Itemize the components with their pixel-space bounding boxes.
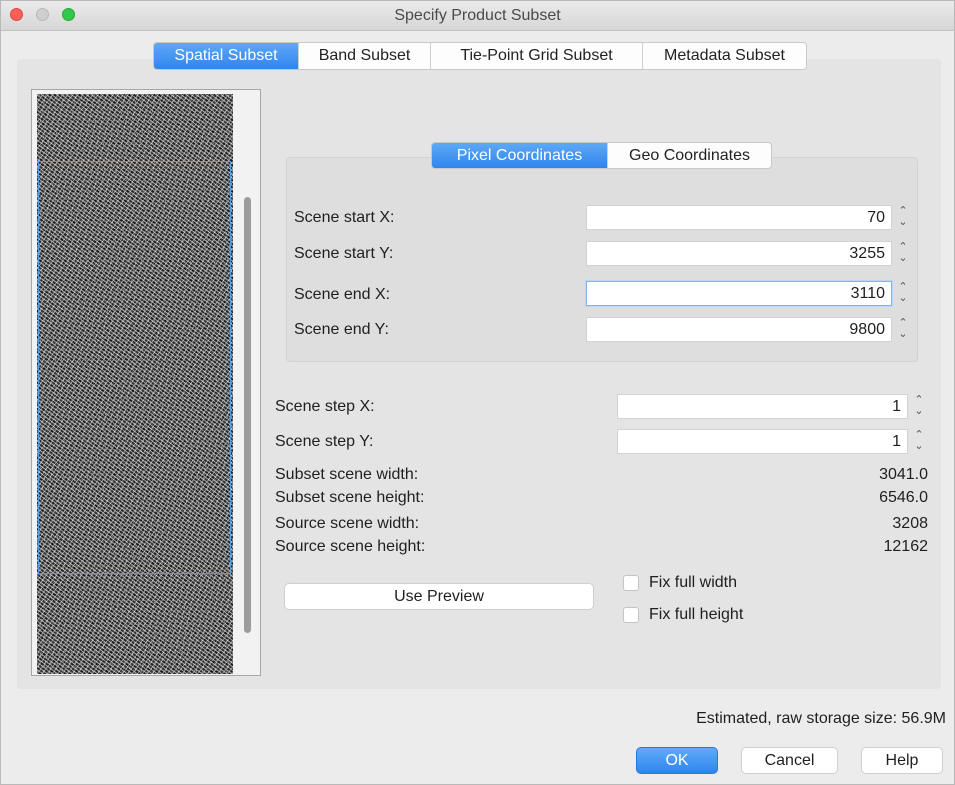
tab-geo-coordinates[interactable]: Geo Coordinates: [607, 143, 771, 168]
fix-full-width-label: Fix full width: [649, 574, 738, 591]
scene-end-x-label: Scene end X:: [294, 286, 391, 303]
tab-pixel-coordinates[interactable]: Pixel Coordinates: [432, 143, 607, 168]
source-scene-height-label: Source scene height:: [275, 538, 426, 555]
subset-scene-width-value: 3041.0: [879, 466, 928, 483]
title-bar: Specify Product Subset: [1, 1, 954, 31]
dialog-window: Specify Product Subset Spatial Subset Ba…: [0, 0, 955, 785]
scene-start-x-label: Scene start X:: [294, 209, 395, 226]
tab-metadata-subset[interactable]: Metadata Subset: [643, 43, 806, 69]
scene-start-x-field[interactable]: 70: [586, 205, 892, 230]
scene-end-x-field[interactable]: 3110: [586, 281, 892, 306]
scene-end-y-label: Scene end Y:: [294, 321, 389, 338]
cancel-button[interactable]: Cancel: [741, 747, 838, 774]
scene-start-x-spinner[interactable]: ⌃ ⌄: [896, 206, 910, 228]
coordinate-tabs: Pixel Coordinates Geo Coordinates: [431, 142, 772, 169]
source-scene-width-label: Source scene width:: [275, 515, 420, 532]
preview-scrollbar[interactable]: [244, 197, 251, 633]
scene-start-y-spinner[interactable]: ⌃ ⌄: [896, 242, 910, 264]
tab-band-subset[interactable]: Band Subset: [299, 43, 431, 69]
scene-end-y-field[interactable]: 9800: [586, 317, 892, 342]
ok-button[interactable]: OK: [636, 747, 718, 774]
scene-end-y-spinner[interactable]: ⌃ ⌄: [896, 318, 910, 340]
fix-full-width-checkbox[interactable]: [623, 575, 639, 591]
scene-step-x-field[interactable]: 1: [617, 394, 908, 419]
scene-step-y-label: Scene step Y:: [275, 433, 374, 450]
subset-scene-height-label: Subset scene height:: [275, 489, 425, 506]
window-title: Specify Product Subset: [394, 7, 561, 24]
scene-end-x-spinner[interactable]: ⌃ ⌄: [896, 282, 910, 304]
estimated-storage-size: Estimated, raw storage size: 56.9M: [696, 710, 946, 727]
source-scene-height-value: 12162: [883, 538, 929, 555]
scene-start-y-label: Scene start Y:: [294, 245, 394, 262]
scene-step-x-label: Scene step X:: [275, 398, 375, 415]
scene-step-y-field[interactable]: 1: [617, 429, 908, 454]
fix-full-height-label: Fix full height: [649, 606, 744, 623]
subset-scene-width-label: Subset scene width:: [275, 466, 419, 483]
scene-start-y-field[interactable]: 3255: [586, 241, 892, 266]
scene-step-y-spinner[interactable]: ⌃ ⌄: [912, 430, 926, 452]
source-scene-width-value: 3208: [892, 515, 928, 532]
tab-spatial-subset[interactable]: Spatial Subset: [154, 43, 299, 69]
tab-tie-point-grid-subset[interactable]: Tie-Point Grid Subset: [431, 43, 643, 69]
subset-tabs: Spatial Subset Band Subset Tie-Point Gri…: [153, 42, 807, 70]
fix-full-height-checkbox[interactable]: [623, 607, 639, 623]
use-preview-button[interactable]: Use Preview: [284, 583, 594, 610]
subset-selection-rectangle[interactable]: [38, 161, 231, 574]
scene-step-x-spinner[interactable]: ⌃ ⌄: [912, 395, 926, 417]
help-button[interactable]: Help: [861, 747, 943, 774]
subset-scene-height-value: 6546.0: [879, 489, 928, 506]
